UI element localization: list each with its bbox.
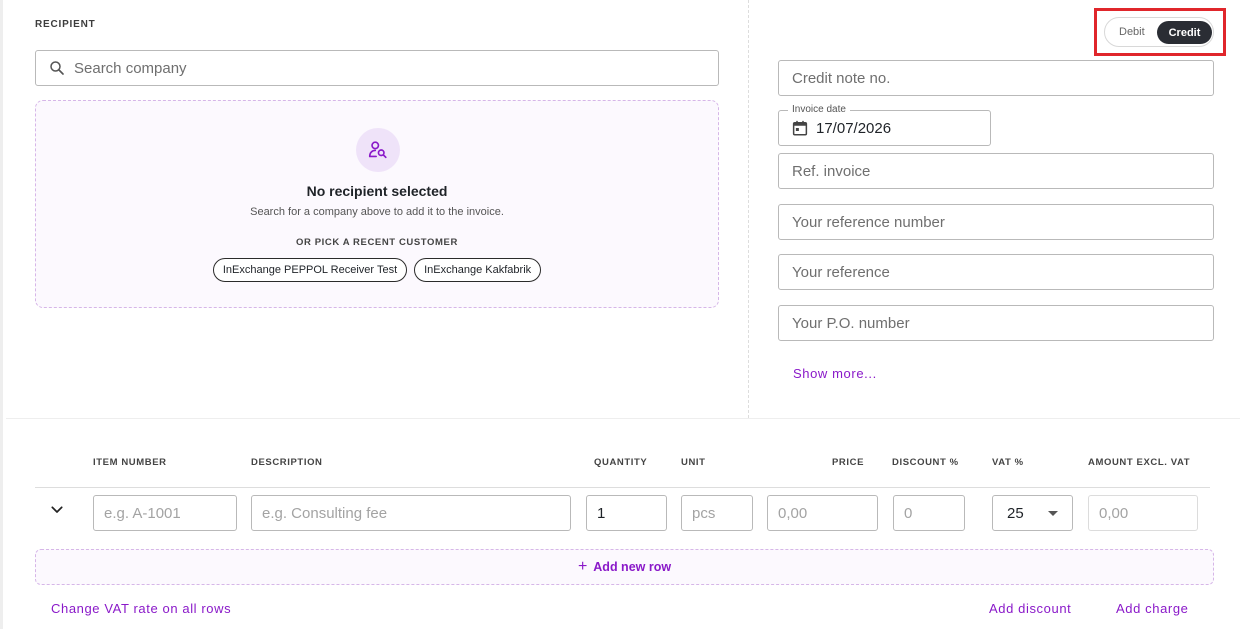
credit-option[interactable]: Credit (1157, 21, 1212, 44)
column-header-price: PRICE (832, 457, 865, 468)
po-number-field[interactable] (778, 305, 1214, 341)
discount-input[interactable] (904, 496, 964, 530)
column-header-discount: DISCOUNT % (892, 457, 959, 468)
your-reference-number-input[interactable] (792, 205, 1213, 239)
amount-cell (1088, 495, 1198, 531)
company-search[interactable] (35, 50, 719, 86)
add-new-row-button[interactable]: + Add new row (35, 549, 1214, 585)
column-divider (748, 0, 749, 418)
recent-customer-chip[interactable]: InExchange PEPPOL Receiver Test (212, 258, 408, 282)
item-number-cell[interactable] (93, 495, 237, 531)
search-icon (50, 61, 64, 75)
change-vat-link[interactable]: Change VAT rate on all rows (51, 601, 231, 616)
invoice-date-label: Invoice date (788, 104, 850, 115)
column-header-amount: AMOUNT EXCL. VAT (1088, 457, 1191, 468)
discount-cell[interactable] (893, 495, 965, 531)
item-number-input[interactable] (104, 496, 236, 530)
recent-customers: InExchange PEPPOL Receiver Test InExchan… (36, 258, 718, 282)
calendar-icon[interactable] (791, 119, 809, 137)
recent-customers-label: OR PICK A RECENT CUSTOMER (296, 237, 458, 248)
column-header-quantity: QUANTITY (594, 457, 648, 468)
quantity-cell[interactable] (586, 495, 667, 531)
chevron-down-icon[interactable] (49, 502, 65, 518)
vat-select[interactable]: 25 (992, 495, 1073, 531)
credit-note-input[interactable] (792, 61, 1213, 95)
plus-icon: + (577, 558, 588, 575)
search-company-input[interactable] (74, 59, 674, 77)
column-header-description: DESCRIPTION (251, 457, 323, 468)
your-reference-input[interactable] (792, 255, 1213, 289)
description-cell[interactable] (251, 495, 571, 531)
column-header-unit: UNIT (681, 457, 706, 468)
add-new-row-label: Add new row (593, 560, 672, 574)
your-reference-field[interactable] (778, 254, 1214, 290)
column-header-vat: VAT % (992, 457, 1024, 468)
vat-value: 25 (1007, 505, 1024, 522)
your-reference-number-field[interactable] (778, 204, 1214, 240)
price-cell[interactable] (767, 495, 878, 531)
unit-input[interactable] (692, 496, 752, 530)
column-header-item-number: ITEM NUMBER (93, 457, 167, 468)
recipient-label: RECIPIENT (35, 19, 96, 30)
user-search-icon (356, 128, 400, 172)
invoice-date-field[interactable]: Invoice date 17/07/2026 (778, 104, 991, 146)
add-charge-link[interactable]: Add charge (1116, 601, 1189, 616)
invoice-date-value[interactable]: 17/07/2026 (816, 120, 891, 137)
price-input[interactable] (778, 496, 877, 530)
po-number-input[interactable] (792, 306, 1213, 340)
table-header-rule (35, 487, 1210, 488)
empty-title: No recipient selected (306, 183, 448, 199)
invoice-editor: RECIPIENT No recipient selected Search f… (0, 0, 1240, 629)
debit-credit-toggle[interactable]: Debit Credit (1104, 17, 1214, 47)
quantity-input[interactable] (597, 496, 666, 530)
description-input[interactable] (262, 496, 570, 530)
unit-cell[interactable] (681, 495, 753, 531)
caret-down-icon (1048, 511, 1058, 516)
ref-invoice-field[interactable] (778, 153, 1214, 189)
show-more-link[interactable]: Show more... (793, 366, 877, 381)
ref-invoice-input[interactable] (792, 154, 1213, 188)
section-divider (6, 418, 1240, 419)
debit-option[interactable]: Debit (1119, 26, 1145, 38)
credit-note-field[interactable] (778, 60, 1214, 96)
add-discount-link[interactable]: Add discount (989, 601, 1071, 616)
amount-input (1099, 496, 1197, 530)
recent-customer-chip[interactable]: InExchange Kakfabrik (414, 258, 542, 282)
empty-subtitle: Search for a company above to add it to … (250, 206, 504, 218)
recipient-empty-state: No recipient selected Search for a compa… (35, 100, 719, 308)
